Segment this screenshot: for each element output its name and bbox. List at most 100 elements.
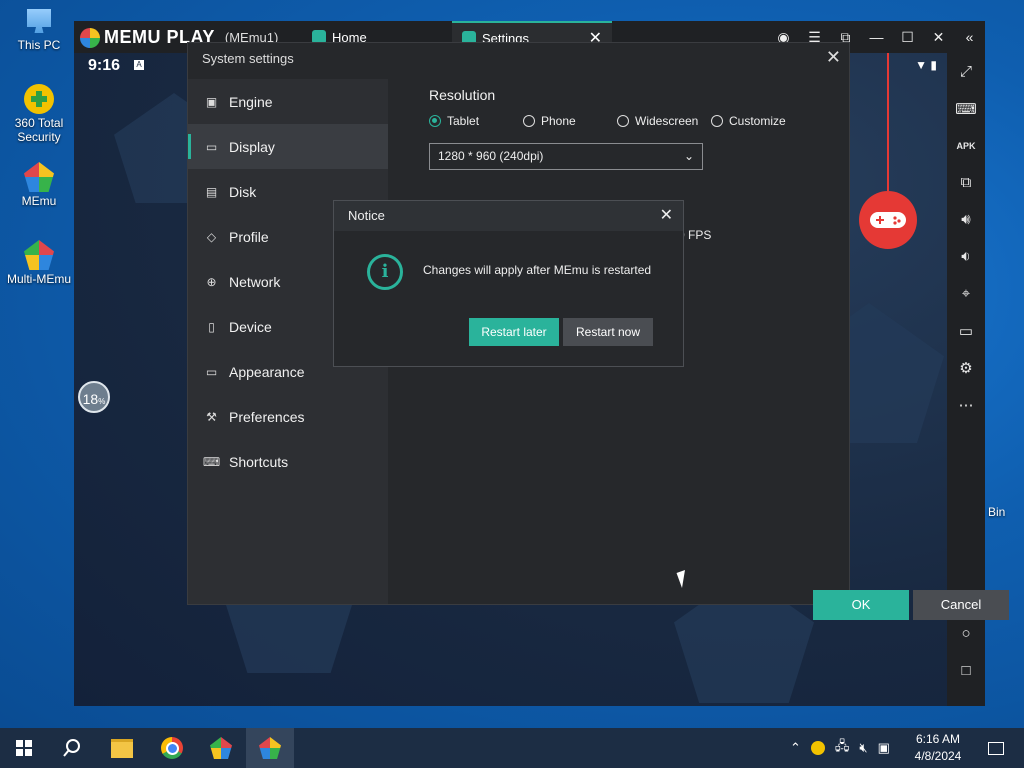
start-button[interactable] bbox=[0, 728, 48, 768]
keyboard-icon[interactable]: ⌨ bbox=[947, 90, 985, 127]
apk-icon[interactable]: APK bbox=[947, 127, 985, 164]
maximize-icon[interactable]: ☐ bbox=[892, 29, 923, 46]
radio-icon bbox=[617, 115, 629, 127]
notice-dialog: Notice ✕ i Changes will apply after MEmu… bbox=[334, 201, 683, 366]
nav-label: Disk bbox=[229, 183, 257, 200]
booster-percent: 18 bbox=[82, 391, 99, 407]
close-icon[interactable]: ✕ bbox=[826, 47, 841, 68]
360-tray-icon[interactable] bbox=[810, 741, 825, 755]
taskbar: ⌃ 🖧︎ 🔇︎ ▣ 6:16 AM 4/8/2024 bbox=[0, 728, 1024, 768]
chevron-down-icon: ⌄ bbox=[683, 149, 694, 163]
status-icons: ▼ ▮ bbox=[915, 58, 937, 72]
volume-down-icon[interactable]: 🔉︎ bbox=[947, 238, 985, 275]
resolution-title: Resolution bbox=[429, 87, 496, 103]
nav-item-preferences[interactable]: ⚒ Preferences bbox=[188, 394, 388, 439]
close-icon[interactable]: ✕ bbox=[660, 201, 673, 231]
nav-item-display[interactable]: ▭ Display bbox=[188, 124, 388, 169]
nav-label: Display bbox=[229, 138, 275, 155]
radio-icon bbox=[711, 115, 723, 127]
dialog-title: System settings bbox=[202, 51, 294, 66]
memu-shortcut[interactable]: MEmu bbox=[4, 162, 74, 208]
ok-button[interactable]: OK bbox=[813, 590, 909, 620]
shortcut-label: MEmu bbox=[21, 194, 57, 208]
radio-label: Widescreen bbox=[635, 114, 699, 128]
memu-taskbar-icon[interactable] bbox=[246, 728, 294, 768]
radio-customize[interactable]: Customize bbox=[711, 114, 786, 128]
memu-logo-icon bbox=[80, 27, 100, 48]
fullscreen-icon[interactable]: ⤢ bbox=[947, 53, 985, 90]
windows-logo-icon bbox=[16, 740, 32, 756]
info-icon: i bbox=[367, 254, 403, 290]
search-icon[interactable] bbox=[48, 728, 96, 768]
chevron-up-icon[interactable]: ⌃ bbox=[790, 740, 801, 756]
close-icon[interactable]: ✕ bbox=[923, 29, 954, 46]
multi-window-icon[interactable]: ⧉ bbox=[947, 164, 985, 201]
disk-icon: ▤ bbox=[205, 184, 218, 199]
file-explorer-icon[interactable] bbox=[98, 728, 146, 768]
shortcut-label: This PC bbox=[17, 38, 61, 52]
dropdown-value: 1280 * 960 (240dpi) bbox=[438, 149, 544, 163]
nav-label: Profile bbox=[229, 228, 269, 245]
collapse-sidebar-icon[interactable]: « bbox=[954, 29, 985, 45]
nav-label: Preferences bbox=[229, 408, 305, 425]
wrench-icon: ⚒ bbox=[206, 409, 217, 424]
radio-tablet[interactable]: Tablet bbox=[429, 114, 523, 128]
recents-icon[interactable]: □ bbox=[947, 652, 985, 689]
radio-label: Phone bbox=[541, 114, 576, 128]
clock-date: 4/8/2024 bbox=[914, 749, 962, 763]
radio-label: Customize bbox=[729, 114, 786, 128]
keyboard-icon: ⌨ bbox=[202, 454, 221, 469]
radio-widescreen[interactable]: Widescreen bbox=[617, 114, 711, 128]
notification-sync-icon[interactable]: ▣ bbox=[878, 740, 890, 756]
memu-logo-icon bbox=[24, 162, 54, 192]
network-icon[interactable]: 🖧︎ bbox=[835, 737, 850, 759]
nav-label: Device bbox=[229, 318, 272, 335]
window-icon: ▭ bbox=[205, 364, 218, 379]
folder-icon[interactable]: ▭ bbox=[947, 312, 985, 349]
shortcut-label: 360 Total Security bbox=[14, 116, 64, 144]
notice-message: Changes will apply after MEmu is restart… bbox=[423, 263, 652, 277]
notification-icon: A bbox=[134, 60, 144, 70]
nav-label: Engine bbox=[229, 93, 273, 110]
multi-memu-shortcut[interactable]: Multi-MEmu bbox=[4, 240, 74, 286]
settings-icon[interactable]: ⚙ bbox=[947, 349, 985, 386]
cancel-button[interactable]: Cancel bbox=[913, 590, 1009, 620]
minimize-icon[interactable]: — bbox=[861, 29, 892, 45]
notice-title: Notice bbox=[348, 208, 385, 223]
home-icon[interactable]: ○ bbox=[947, 615, 985, 652]
this-pc-shortcut[interactable]: This PC bbox=[4, 6, 74, 52]
nav-label: Network bbox=[229, 273, 281, 290]
restart-later-button[interactable]: Restart later bbox=[469, 318, 559, 346]
recycle-bin-label[interactable]: Bin bbox=[988, 505, 1005, 519]
resolution-dropdown[interactable]: 1280 * 960 (240dpi) ⌄ bbox=[429, 143, 703, 170]
restart-now-button[interactable]: Restart now bbox=[563, 318, 653, 346]
shortcut-label: Multi-MEmu bbox=[6, 272, 71, 286]
resolution-options: Tablet Phone Widescreen Customize bbox=[429, 114, 786, 128]
notice-header: Notice ✕ bbox=[334, 201, 683, 231]
system-tray: ⌃ 🖧︎ 🔇︎ ▣ bbox=[790, 728, 890, 768]
radio-phone[interactable]: Phone bbox=[523, 114, 617, 128]
volume-muted-icon[interactable]: 🔇︎ bbox=[859, 740, 867, 756]
tag-icon: ◇ bbox=[206, 229, 217, 244]
radio-selected-icon bbox=[429, 115, 441, 127]
location-icon[interactable]: ⌖ bbox=[947, 275, 985, 312]
gamepad-icon[interactable] bbox=[859, 191, 917, 249]
shield-plus-icon bbox=[24, 84, 54, 114]
home-app-icon bbox=[312, 30, 326, 44]
radio-label: Tablet bbox=[447, 114, 480, 128]
chrome-icon[interactable] bbox=[148, 728, 196, 768]
android-clock: 9:16 bbox=[88, 57, 121, 74]
multi-memu-taskbar-icon[interactable] bbox=[197, 728, 245, 768]
more-icon[interactable]: ⋯ bbox=[947, 386, 985, 423]
nav-item-engine[interactable]: ▣ Engine bbox=[188, 79, 388, 124]
phone-icon: ▯ bbox=[208, 319, 215, 334]
360-security-shortcut[interactable]: 360 Total Security bbox=[4, 84, 74, 144]
action-center-icon[interactable] bbox=[972, 728, 1020, 768]
memory-booster[interactable]: 18% bbox=[78, 381, 110, 413]
taskbar-clock[interactable]: 6:16 AM 4/8/2024 bbox=[900, 731, 976, 765]
nav-item-shortcuts[interactable]: ⌨ Shortcuts bbox=[188, 439, 388, 484]
volume-up-icon[interactable]: 🔊︎ bbox=[947, 201, 985, 238]
gamepad-string bbox=[887, 53, 889, 191]
nav-label: Appearance bbox=[229, 363, 305, 380]
